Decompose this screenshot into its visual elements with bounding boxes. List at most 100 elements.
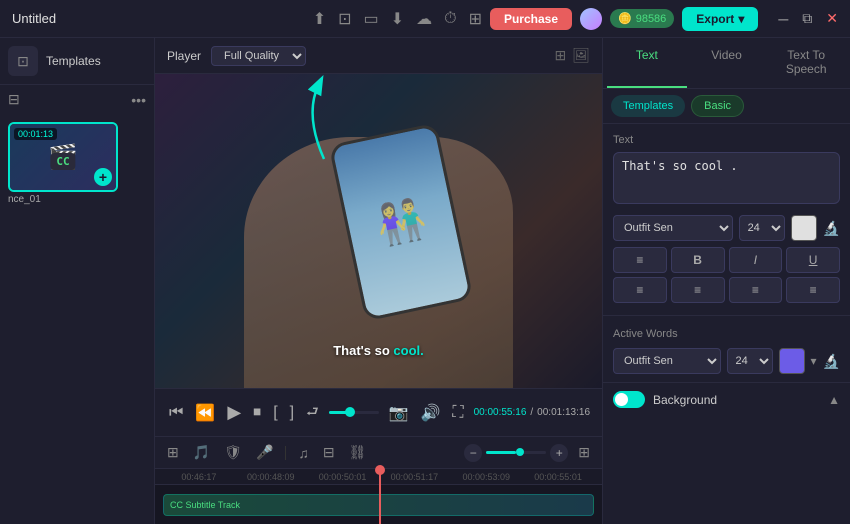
format-strikethrough-button[interactable]: ≡ — [613, 247, 667, 273]
grid-icon[interactable]: ⊞ — [469, 9, 482, 29]
purchase-button[interactable]: Purchase — [490, 8, 572, 30]
more-icon[interactable]: ••• — [131, 92, 146, 108]
align-center-button[interactable]: ≡ — [671, 277, 725, 303]
video-content: 👫 That's so cool. — [155, 74, 602, 388]
active-words-font-select[interactable]: Outfit Sen Arial — [613, 348, 721, 374]
time-separator: / — [530, 407, 533, 418]
player-top-bar: Player Full Quality Half Quality ⊞ 🖼 — [155, 38, 602, 74]
toolbar-divider — [285, 446, 286, 460]
sidebar-icon[interactable]: ⊡ — [8, 46, 38, 76]
stop-button[interactable]: ⏹ — [251, 402, 263, 424]
view-icons: ⊞ 🖼 — [554, 47, 590, 64]
active-words-section: Active Words Outfit Sen Arial 24 18 32 ▾… — [603, 322, 850, 382]
filter-icon[interactable]: ⊟ — [8, 91, 20, 108]
color-expand-icon[interactable]: ▾ — [811, 354, 817, 368]
monitor-sm-icon: ⊡ — [17, 53, 29, 70]
device-icon[interactable]: ⊡ — [338, 9, 351, 29]
maximize-button[interactable]: ⧉ — [802, 10, 812, 27]
text-color-swatch[interactable] — [791, 215, 817, 241]
zoom-slider[interactable] — [486, 451, 546, 454]
cloud-icon[interactable]: ☁ — [416, 9, 432, 29]
section-divider — [603, 315, 850, 316]
close-button[interactable]: ✕ — [826, 10, 838, 27]
active-eyedropper-icon[interactable]: 🔬 — [823, 353, 840, 370]
title-bar-icons: ⬆ ⊡ ▭ ⬇ ☁ ⏱ ⊞ — [313, 9, 482, 29]
time-total: 00:01:13:16 — [537, 407, 590, 418]
tab-video[interactable]: Video — [687, 38, 767, 88]
camera-button[interactable]: 📷 — [387, 401, 411, 425]
step-back-button[interactable]: ⏪ — [193, 401, 217, 425]
tab-text[interactable]: Text — [607, 38, 687, 88]
credits-icon: 🪙 — [618, 12, 632, 25]
video-preview: 👫 That's so cool. — [155, 74, 602, 388]
format-italic-button[interactable]: I — [729, 247, 783, 273]
background-label: Background — [653, 393, 820, 407]
audio-track-button[interactable]: 🎵 — [189, 442, 214, 463]
text-input[interactable]: That's so cool . — [613, 152, 840, 204]
export-button[interactable]: Export ▾ — [682, 7, 758, 31]
background-expand-icon[interactable]: ▲ — [828, 393, 840, 407]
format-underline-button[interactable]: U — [786, 247, 840, 273]
add-media-button[interactable]: + — [94, 168, 112, 186]
align-right-button[interactable]: ≡ — [729, 277, 783, 303]
format-bold-button[interactable]: B — [671, 247, 725, 273]
active-words-size-select[interactable]: 24 18 32 — [727, 348, 773, 374]
zoom-in-button[interactable]: + — [550, 444, 568, 462]
timer-icon[interactable]: ⏱ — [444, 10, 456, 28]
font-size-select[interactable]: 24 18 32 — [739, 215, 785, 241]
media-thumbnail[interactable]: 🎬 00:01:13 CC + — [8, 122, 118, 192]
chevron-down-icon: ▾ — [738, 12, 744, 26]
progress-thumb — [345, 407, 355, 417]
eyedropper-icon[interactable]: 🔬 — [823, 220, 840, 237]
grid-layout-button[interactable]: ⊞ — [574, 442, 594, 463]
subtitle-button[interactable]: ⊟ — [319, 442, 339, 463]
add-media-tl-button[interactable]: ⊞ — [163, 442, 183, 463]
ruler-label-5: 00:00:55:01 — [522, 472, 594, 482]
tab-text-to-speech[interactable]: Text To Speech — [766, 38, 846, 88]
monitor-icon[interactable]: ▭ — [364, 9, 379, 29]
background-toggle[interactable] — [613, 391, 645, 408]
subtab-basic[interactable]: Basic — [691, 95, 744, 117]
credits-amount: 98586 — [636, 13, 667, 25]
active-words-color-swatch[interactable] — [779, 348, 805, 374]
left-sidebar: ⊡ Templates ⊟ ••• 🎬 00:01:13 CC + — [0, 38, 155, 524]
time-current: 00:00:55:16 — [474, 407, 527, 418]
font-row: Outfit Sen Arial 24 18 32 🔬 — [613, 215, 840, 241]
ruler-label-4: 00:00:53:09 — [450, 472, 522, 482]
progress-bar[interactable] — [329, 411, 379, 414]
music-button[interactable]: ♫ — [294, 443, 313, 463]
zoom-out-button[interactable]: − — [464, 444, 482, 462]
play-button[interactable]: ▶ — [225, 400, 243, 425]
right-panel-tabs: Text Video Text To Speech — [603, 38, 850, 89]
fullscreen-button[interactable]: ⛶ — [450, 402, 465, 424]
split-button[interactable]: ⛓ — [345, 442, 371, 463]
audio-button[interactable]: 🔊 — [418, 401, 442, 425]
skip-back-button[interactable]: ⏮ — [167, 402, 185, 424]
avatar — [580, 8, 602, 30]
grid-view-icon[interactable]: ⊞ — [554, 47, 566, 64]
add-to-timeline-button[interactable]: ⮐ — [304, 399, 321, 427]
font-family-select[interactable]: Outfit Sen Arial — [613, 215, 733, 241]
timeline-area: ⊞ 🎵 🛡 🎤 ♫ ⊟ ⛓ − + ⊞ 00:4 — [155, 436, 602, 524]
player-controls: ⏮ ⏪ ▶ ⏹ [ ] ⮐ 📷 🔊 ⛶ 00:00:55:16 / 00:01:… — [155, 388, 602, 436]
align-left-button[interactable]: ≡ — [613, 277, 667, 303]
ruler-label-3: 00:00:51:17 — [378, 472, 450, 482]
subtab-templates[interactable]: Templates — [611, 95, 685, 117]
panel-subtabs: Templates Basic — [603, 89, 850, 124]
share-icon[interactable]: ⬆ — [313, 9, 326, 29]
mark-in-button[interactable]: [ — [271, 402, 279, 424]
toggle-knob — [615, 393, 628, 406]
mark-out-button[interactable]: ] — [288, 402, 296, 424]
align-justify-button[interactable]: ≡ — [786, 277, 840, 303]
quality-select[interactable]: Full Quality Half Quality — [211, 46, 306, 66]
mic-button[interactable]: 🎤 — [252, 442, 277, 463]
timeline-tracks: CC Subtitle Track — [155, 485, 602, 524]
caption-overlay: That's so cool. — [333, 343, 424, 358]
minimize-button[interactable]: ─ — [778, 11, 788, 27]
shield-button[interactable]: 🛡 — [220, 442, 246, 463]
image-view-icon[interactable]: 🖼 — [572, 47, 590, 64]
center-column: Player Full Quality Half Quality ⊞ 🖼 👫 — [155, 38, 602, 524]
save-icon[interactable]: ⬇ — [391, 9, 404, 29]
caption-cool-word: cool. — [393, 343, 423, 358]
title-bar: Untitled ⬆ ⊡ ▭ ⬇ ☁ ⏱ ⊞ Purchase 🪙 98586 … — [0, 0, 850, 38]
